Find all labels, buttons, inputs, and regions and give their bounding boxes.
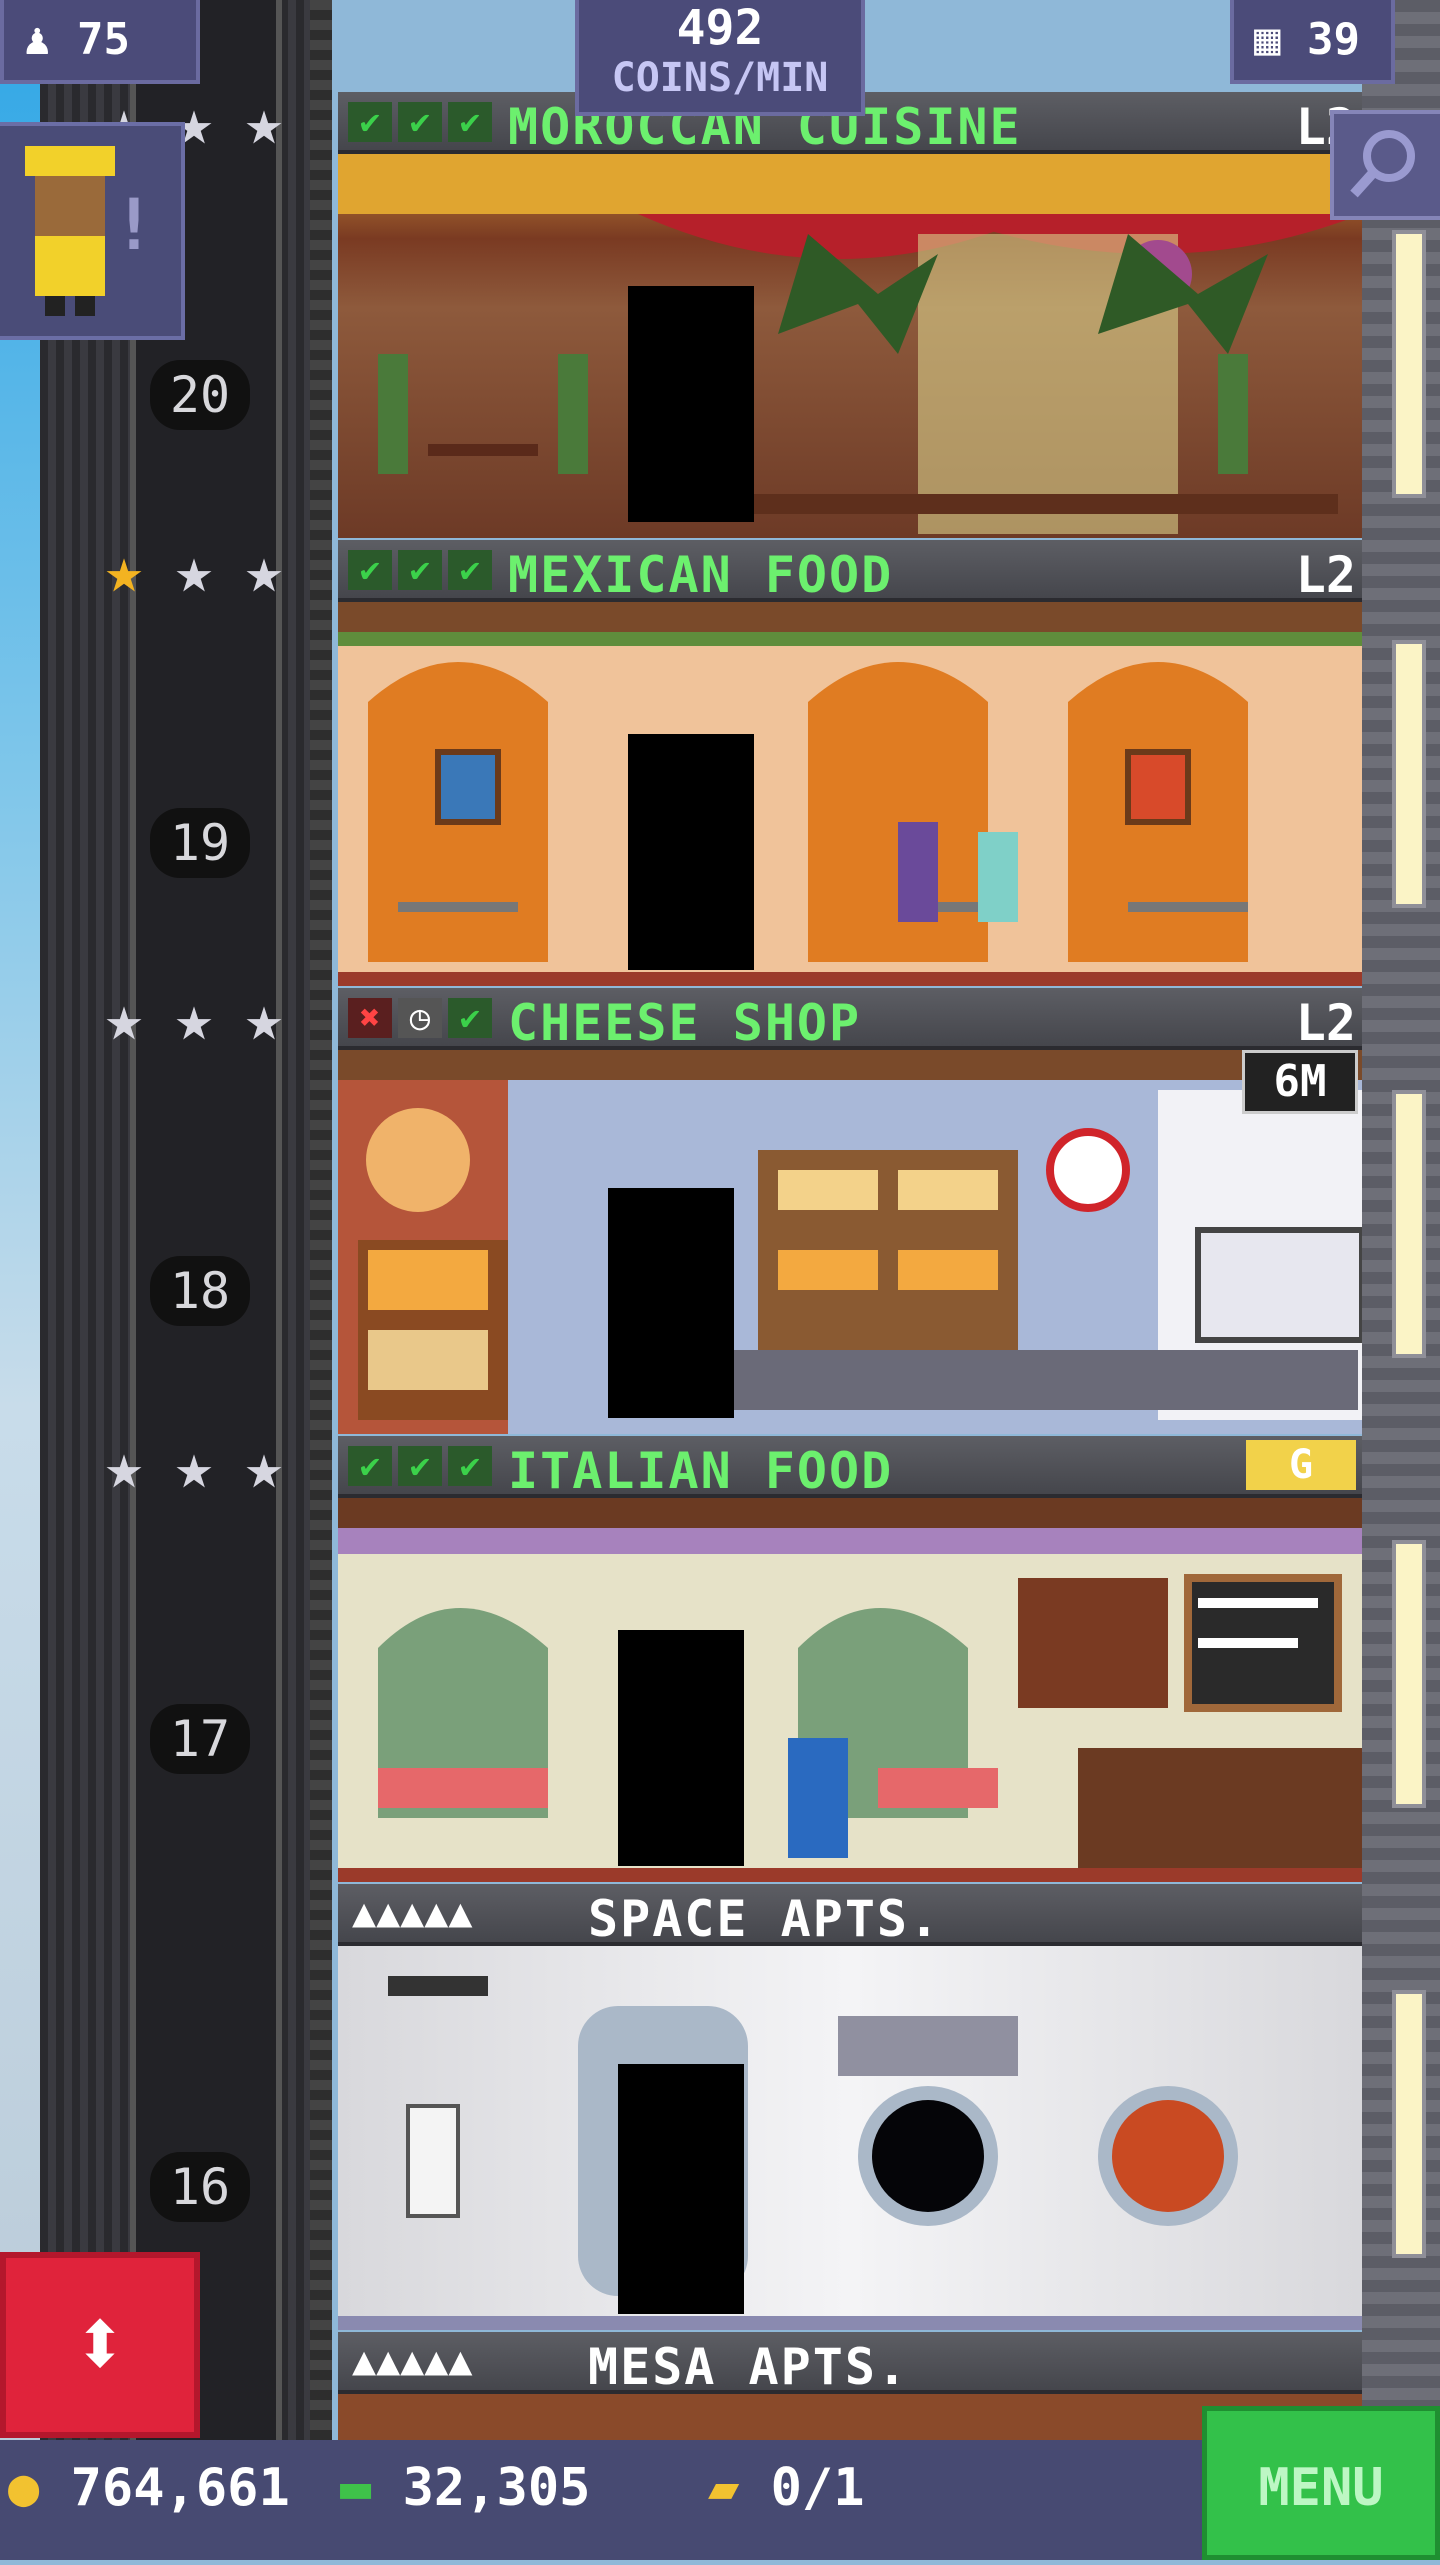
sky-background	[0, 0, 40, 2560]
vip-value: 0/1	[770, 2458, 865, 2518]
floor-name: SPACE APTS.	[588, 1890, 942, 1948]
floor-moroccan-cuisine[interactable]: ✔ ✔ ✔ MOROCCAN CUISINE L2	[338, 92, 1362, 538]
coins-balance[interactable]: ● 764,661	[8, 2458, 290, 2518]
person-icon: ♟	[24, 14, 51, 65]
star-icon: ★	[174, 1430, 214, 1504]
star-icon: ★	[244, 86, 284, 160]
bux-icon: ▬	[340, 2458, 372, 2518]
stock-check-icon: ✔	[448, 550, 492, 590]
bux-value: 32,305	[402, 2458, 591, 2518]
star-icon: ★	[244, 534, 284, 608]
elevator-rail	[310, 0, 332, 2440]
floor-number: 20	[150, 360, 250, 430]
room-door	[608, 1188, 734, 1418]
stock-check-icon: ✔	[448, 102, 492, 142]
stock-check-icon: ✔	[398, 550, 442, 590]
moroccan-decor	[338, 154, 1362, 534]
italian-decor	[338, 1498, 1362, 1882]
room-door	[618, 2064, 744, 2314]
stock-check-icon: ✔	[448, 998, 492, 1038]
stock-check-icon: ✔	[348, 102, 392, 142]
zoom-button[interactable]	[1330, 110, 1440, 220]
floor-number: 19	[150, 808, 250, 878]
floor-number: 18	[150, 1256, 250, 1326]
floor-header: ▲▲▲▲▲ SPACE APTS.	[338, 1884, 1362, 1948]
cheese-decor	[338, 1050, 1362, 1434]
star-icon: ★	[174, 982, 214, 1056]
stock-status: ✔ ✔ ✔	[348, 550, 498, 590]
wall-light	[1392, 230, 1426, 498]
floor-level: L2	[1295, 546, 1356, 604]
star-icon: ★	[104, 1430, 144, 1504]
room-interior: 6M	[338, 1050, 1362, 1434]
floor-name: CHEESE SHOP	[508, 994, 862, 1052]
coins-per-minute-value: 492	[676, 0, 764, 56]
floor-counter[interactable]: ▦ 39	[1230, 0, 1395, 84]
alert-icon: !	[112, 184, 155, 266]
floor-name: ITALIAN FOOD	[508, 1442, 894, 1500]
wall-light	[1392, 640, 1426, 908]
floor-name: MESA APTS.	[588, 2338, 910, 2396]
elevator-button[interactable]: ⬍	[0, 2252, 200, 2438]
floor-number: 17	[150, 1704, 250, 1774]
space-apartment-decor	[338, 1976, 1362, 2330]
residents-icon: ▲▲▲▲▲	[352, 1890, 473, 1936]
floor-italian-food[interactable]: ✔ ✔ ✔ ITALIAN FOOD G	[338, 1436, 1362, 1882]
room-interior	[338, 1946, 1362, 2330]
stock-check-icon: ✔	[398, 1446, 442, 1486]
star-icon: ★	[174, 534, 214, 608]
stock-timer-badge: 6M	[1242, 1050, 1358, 1114]
coin-icon: ●	[8, 2458, 40, 2518]
floor-mexican-food[interactable]: ✔ ✔ ✔ MEXICAN FOOD L2	[338, 540, 1362, 986]
magnifier-icon	[1350, 130, 1415, 198]
residents-icon: ▲▲▲▲▲	[352, 2338, 473, 2384]
population-value: 75	[77, 14, 130, 65]
room-door	[618, 1630, 744, 1866]
star-icon: ★	[104, 982, 144, 1056]
floor-header: ✔ ✔ ✔ ITALIAN FOOD G	[338, 1436, 1362, 1500]
floor-count-value: 39	[1307, 14, 1360, 65]
stock-status: ✔ ✔ ✔	[348, 102, 498, 142]
stock-clock-icon: ◷	[398, 998, 442, 1038]
floor-cheese-shop[interactable]: ✖ ◷ ✔ CHEESE SHOP L2 6M	[338, 988, 1362, 1434]
floor-name: MEXICAN FOOD	[508, 546, 894, 604]
gold-star-icon: ★	[104, 534, 144, 608]
mexican-decor	[338, 602, 1362, 986]
building-icon: ▦	[1254, 14, 1281, 65]
population-counter[interactable]: ♟ 75	[0, 0, 200, 84]
coins-per-minute: 492 COINS/MIN	[575, 0, 865, 116]
star-icon: ★	[244, 982, 284, 1056]
coins-value: 764,661	[70, 2458, 290, 2518]
wall-light	[1392, 1540, 1426, 1808]
room-interior	[338, 602, 1362, 986]
stock-check-icon: ✔	[398, 102, 442, 142]
vip-ticket-icon: ▰	[708, 2458, 740, 2518]
stock-status: ✔ ✔ ✔	[348, 1446, 498, 1486]
stock-status: ✖ ◷ ✔	[348, 998, 498, 1038]
room-interior	[338, 1498, 1362, 1882]
star-icon: ★	[244, 1430, 284, 1504]
room-door	[628, 286, 754, 522]
floor-number: 16	[150, 2152, 250, 2222]
bux-balance[interactable]: ▬ 32,305	[340, 2458, 590, 2518]
floor-level: L2	[1295, 994, 1356, 1052]
stock-empty-icon: ✖	[348, 998, 392, 1038]
stock-check-icon: ✔	[348, 1446, 392, 1486]
stock-check-icon: ✔	[348, 550, 392, 590]
room-door	[628, 734, 754, 970]
bitizen-notification[interactable]: !	[0, 122, 185, 340]
floor-header: ✔ ✔ ✔ MEXICAN FOOD L2	[338, 540, 1362, 604]
floor-space-apts[interactable]: ▲▲▲▲▲ SPACE APTS.	[338, 1884, 1362, 2330]
wall-light	[1392, 1990, 1426, 2258]
up-down-arrows-icon: ⬍	[71, 2287, 129, 2399]
golden-ticket-badge[interactable]: G	[1246, 1440, 1356, 1490]
coins-per-minute-label: COINS/MIN	[611, 55, 829, 101]
vip-counter[interactable]: ▰ 0/1	[708, 2458, 865, 2518]
floor-header: ▲▲▲▲▲ MESA APTS.	[338, 2332, 1362, 2396]
wall-light	[1392, 1090, 1426, 1358]
floor-header: ✖ ◷ ✔ CHEESE SHOP L2	[338, 988, 1362, 1052]
room-interior	[338, 154, 1362, 538]
stock-check-icon: ✔	[448, 1446, 492, 1486]
menu-button[interactable]: MENU	[1202, 2406, 1440, 2560]
